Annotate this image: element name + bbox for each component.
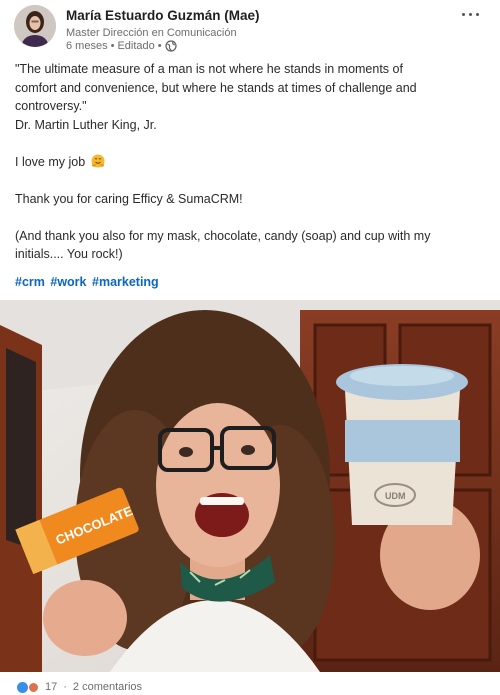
hugging-face-emoji <box>91 154 105 167</box>
quote-attribution: Dr. Martin Luther King, Jr. <box>15 117 157 132</box>
love-job-line: I love my job <box>15 153 485 172</box>
quote-line: "The ultimate measure of a man is not wh… <box>15 62 403 76</box>
reaction-count[interactable]: 17 <box>45 681 57 693</box>
cup-label: UDM <box>385 491 406 501</box>
hashtag-link[interactable]: #work <box>50 275 86 289</box>
post-meta: 6 meses • Editado • <box>66 40 177 52</box>
more-options-icon[interactable] <box>460 7 482 21</box>
comment-count[interactable]: 2 comentarios <box>73 681 142 693</box>
author-headline: Master Dirección en Comunicación <box>66 27 237 39</box>
love-icon <box>28 681 39 693</box>
footer-separator: · <box>63 681 67 693</box>
meta-separator: • <box>110 40 115 52</box>
like-icon <box>17 681 28 693</box>
linkedin-post: María Estuardo Guzmán (Mae) Master Direc… <box>0 0 500 695</box>
author-name[interactable]: María Estuardo Guzmán (Mae) <box>66 8 260 23</box>
quote-line: comfort and convenience, but where he st… <box>15 80 417 95</box>
quote-line: controversy." <box>15 99 87 113</box>
thanks-line: Thank you for caring Efficy & SumaCRM! <box>15 191 243 206</box>
post-photo[interactable]: CHOCOLATE UDM <box>0 300 500 672</box>
photo-illustration: CHOCOLATE UDM <box>0 300 500 672</box>
hashtag-link[interactable]: #crm <box>15 275 45 289</box>
author-avatar[interactable] <box>14 5 56 47</box>
post-header: María Estuardo Guzmán (Mae) Master Direc… <box>14 5 486 53</box>
post-time: 6 meses <box>66 40 108 52</box>
social-counts[interactable]: 17 · 2 comentarios <box>17 679 142 695</box>
edited-label: Editado <box>117 40 155 52</box>
globe-icon <box>165 40 177 52</box>
extra-line: (And thank you also for my mask, chocola… <box>15 228 431 243</box>
meta-separator: • <box>157 40 162 52</box>
hashtag-link[interactable]: #marketing <box>92 275 159 289</box>
post-text: "The ultimate measure of a man is not wh… <box>15 60 485 264</box>
hashtag-list: #crm #work #marketing <box>15 275 161 289</box>
extra-line: initials.... You rock!) <box>15 247 123 261</box>
love-job-text: I love my job <box>15 154 86 169</box>
